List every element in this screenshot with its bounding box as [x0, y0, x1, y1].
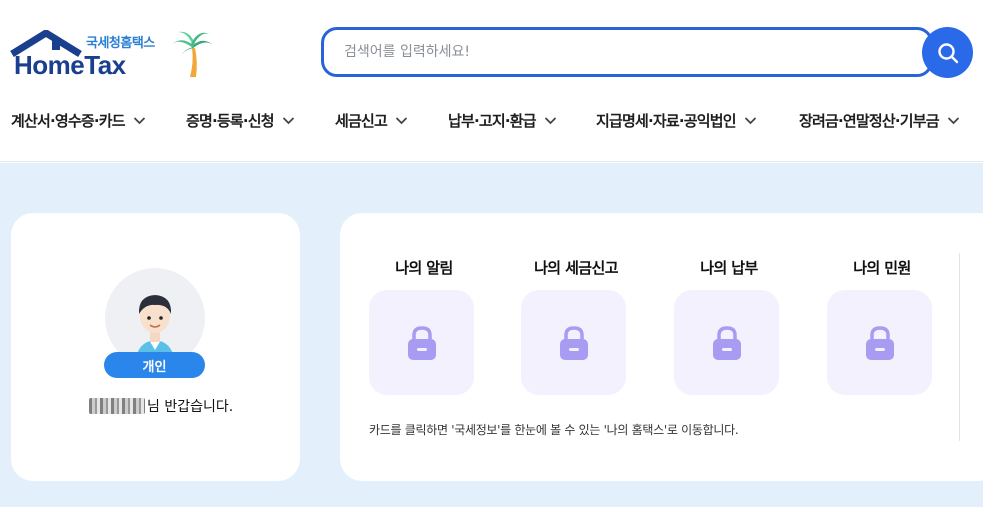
nav-item-incentives-yearend[interactable]: 장려금·연말정산·기부금	[799, 106, 960, 134]
divider	[959, 253, 960, 441]
tile-title: 나의 알림	[395, 259, 453, 277]
chevron-down-icon	[133, 116, 146, 125]
chevron-down-icon	[947, 116, 960, 125]
masked-user-name	[89, 398, 145, 414]
search-button[interactable]	[922, 27, 973, 78]
my-hometax-card: 나의 알림 나의 세금신고 나의 납부 나의 민원 카드를 클릭하면 '국세정보…	[340, 213, 983, 481]
search-input[interactable]	[324, 30, 930, 74]
tile-title: 나의 세금신고	[534, 259, 618, 277]
nav-item-label: 지급명세·자료·공익법인	[596, 111, 737, 130]
tile-title: 나의 민원	[853, 259, 911, 277]
nav-item-payment-statements[interactable]: 지급명세·자료·공익법인	[596, 106, 757, 134]
logo-subtitle: 국세청홈택스	[86, 36, 155, 51]
my-hometax-note: 카드를 클릭하면 '국세정보'를 한눈에 볼 수 있는 '나의 홈택스'로 이동…	[369, 423, 739, 437]
lock-icon	[407, 325, 436, 360]
tile-my-payment-button[interactable]	[674, 290, 779, 395]
user-type-badge: 개인	[104, 352, 205, 378]
tile-title: 나의 납부	[700, 259, 758, 277]
lock-icon	[559, 325, 588, 360]
nav-item-certificate-registration[interactable]: 증명·등록·신청	[186, 106, 295, 134]
logo-title: HomeTax	[14, 50, 126, 80]
nav-item-payment-refund[interactable]: 납부·고지·환급	[448, 106, 557, 134]
header: 국세청홈택스 HomeTax 계산서·영수증·카드 증명·등록·신청 세금신	[0, 0, 983, 162]
chevron-down-icon	[544, 116, 557, 125]
nav-item-label: 세금신고	[335, 111, 388, 130]
lock-icon	[712, 325, 741, 360]
main-content: 개인 님 반갑습니다. 나의 알림 나의 세금신고 나의 납부 나의 민원 카드…	[0, 163, 983, 507]
search-box	[321, 27, 933, 77]
nav-item-label: 장려금·연말정산·기부금	[799, 111, 940, 130]
search-icon	[937, 42, 958, 63]
nav-item-label: 증명·등록·신청	[186, 111, 275, 130]
palm-tree-icon	[172, 31, 214, 77]
nav-item-label: 계산서·영수증·카드	[11, 111, 126, 130]
nav-item-tax-filing[interactable]: 세금신고	[335, 106, 408, 134]
chevron-down-icon	[744, 116, 757, 125]
chevron-down-icon	[282, 116, 295, 125]
greeting: 님 반갑습니다.	[89, 396, 233, 416]
greeting-text: 님 반갑습니다.	[147, 399, 234, 415]
main-navigation: 계산서·영수증·카드 증명·등록·신청 세금신고 납부·고지·환급 지급명세·자…	[0, 106, 983, 136]
chevron-down-icon	[395, 116, 408, 125]
nav-item-invoice-receipt-card[interactable]: 계산서·영수증·카드	[11, 106, 146, 134]
hometax-logo[interactable]: 국세청홈택스 HomeTax	[10, 28, 220, 82]
lock-icon	[865, 325, 894, 360]
nav-item-label: 납부·고지·환급	[448, 111, 537, 130]
tile-my-tax-filing-button[interactable]	[521, 290, 626, 395]
profile-card: 개인 님 반갑습니다.	[11, 213, 300, 481]
tile-my-civil-petition-button[interactable]	[827, 290, 932, 395]
tile-my-notifications-button[interactable]	[369, 290, 474, 395]
